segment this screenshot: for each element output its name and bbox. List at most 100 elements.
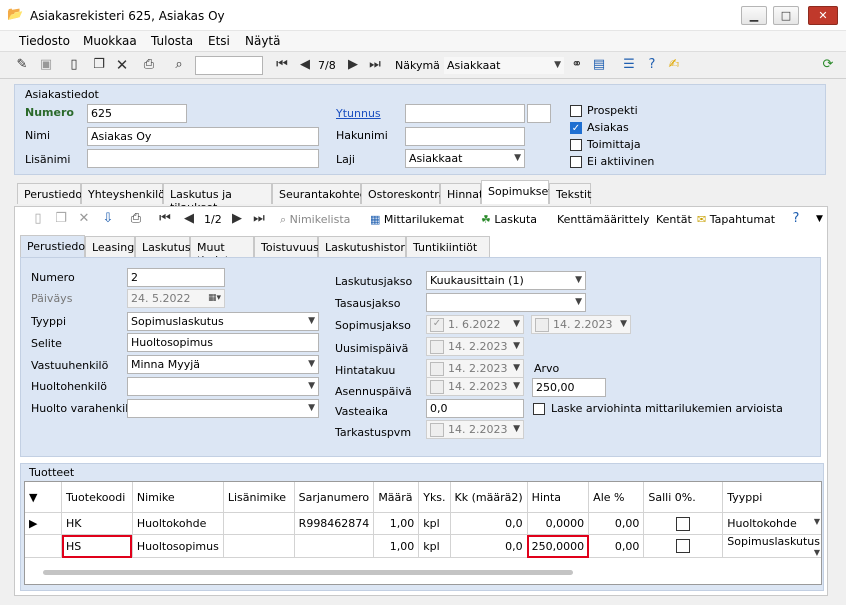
cell-hinta[interactable]: 250,0000 [527, 534, 590, 558]
view-select[interactable]: Asiakkaat ▼ [443, 56, 565, 75]
col-sarjanumero[interactable]: Sarjanumero [294, 482, 375, 513]
vastuuhenkilo-select[interactable]: Minna Myyjä ▼ [127, 355, 319, 374]
paivays-field[interactable]: 24. 5.2022 ▦▾ [127, 289, 225, 308]
hintatakuu-checkbox[interactable] [430, 362, 444, 376]
cell-tuotekoodi[interactable]: HK [61, 512, 133, 535]
col-nimike[interactable]: Nimike [132, 482, 224, 513]
tab-yhteyshenkilot[interactable]: Yhteyshenkilöt [81, 183, 169, 204]
last-record-icon[interactable]: ⏭ [367, 56, 383, 74]
subtab-tuntikiintiot[interactable]: Tuntikiintiöt [406, 236, 490, 257]
contract-numero-field[interactable]: 2 [127, 268, 225, 287]
huoltohenkilo-select[interactable]: ▼ [127, 377, 319, 396]
tarkastuspvm-checkbox[interactable] [430, 423, 444, 437]
tapahtumat-button[interactable]: ✉ Tapahtumat [697, 213, 775, 226]
nimi-field[interactable]: Asiakas Oy [87, 127, 319, 146]
menu-etsi[interactable]: Etsi [208, 34, 230, 48]
search-input[interactable] [195, 56, 263, 75]
subtab-toistuvuus[interactable]: Toistuvuus [254, 236, 319, 257]
col-yks[interactable]: Yks. [418, 482, 451, 513]
tab-tekstit[interactable]: Tekstit [549, 183, 591, 204]
copy-contract-icon[interactable]: ❐ [53, 210, 69, 228]
tab-seurantakohteet[interactable]: Seurantakohteet [272, 183, 371, 204]
help-icon[interactable]: ? [644, 56, 660, 74]
lisanimi-field[interactable] [87, 149, 319, 168]
ytunnus-link[interactable]: Ytunnus [336, 107, 381, 120]
cell-lisanimike[interactable] [223, 512, 295, 535]
uusimispaiva-field[interactable]: 14. 2.2023 ▼ [426, 337, 524, 356]
col-salli[interactable]: Salli 0%. [643, 482, 724, 513]
col-tyyppi[interactable]: Tyyppi [722, 482, 821, 513]
toimittaja-checkbox[interactable] [570, 139, 582, 151]
cell-ale[interactable]: 0,00 [588, 512, 645, 535]
laskuta-button[interactable]: ☘ Laskuta [481, 213, 537, 226]
tyyppi-select[interactable]: Sopimuslaskutus ▼ [127, 312, 319, 331]
minimize-button[interactable]: ▁ [741, 6, 767, 25]
laske-arviohinta-checkbox[interactable] [533, 403, 545, 415]
col-kk-maara2[interactable]: Kk (määrä2) [450, 482, 528, 513]
kentat-button[interactable]: Kentät [656, 213, 692, 226]
cell-nimike[interactable]: Huoltosopimus [132, 534, 224, 558]
salli-checkbox[interactable] [676, 516, 691, 531]
first-record-icon[interactable]: ⏮ [274, 56, 290, 74]
horizontal-scrollbar[interactable] [43, 570, 573, 575]
menu-nayta[interactable]: Näytä [245, 34, 281, 48]
sopimusjakso-start-field[interactable]: ✓ 1. 6.2022 ▼ [426, 315, 524, 334]
sopimusjakso-end-checkbox[interactable] [535, 318, 549, 332]
subtab-perustiedot[interactable]: Perustiedot [20, 235, 89, 257]
previous-contract-icon[interactable]: ◀ [181, 210, 197, 228]
print-icon[interactable]: ⎙ [141, 56, 157, 74]
prospekti-checkbox[interactable] [570, 105, 582, 117]
cell-tyyppi[interactable]: Sopimuslaskutus ▼ [722, 534, 821, 558]
cell-yks[interactable]: kpl [418, 512, 451, 535]
link-icon[interactable]: ⚭ [569, 56, 585, 74]
cell-maara[interactable]: 1,00 [373, 512, 420, 535]
col-hinta[interactable]: Hinta [527, 482, 590, 513]
previous-record-icon[interactable]: ◀ [297, 56, 313, 74]
vasteaika-field[interactable]: 0,0 [426, 399, 524, 418]
table-row[interactable]: HS Huoltosopimus 1,00 kpl 0,0 250,0000 0… [25, 534, 821, 558]
close-button[interactable]: ✕ [808, 6, 838, 25]
database-icon[interactable]: ▤ [591, 56, 607, 74]
subtab-laskutus[interactable]: Laskutus [135, 236, 191, 257]
col-tuotekoodi[interactable]: Tuotekoodi [61, 482, 133, 513]
kenttamaarittely-button[interactable]: Kenttämäärittely [557, 213, 650, 226]
tarkastuspvm-field[interactable]: 14. 2.2023 ▼ [426, 420, 524, 439]
next-record-icon[interactable]: ▶ [345, 56, 361, 74]
cell-sarjanumero[interactable]: R998462874 [294, 512, 375, 535]
cell-salli[interactable] [643, 534, 724, 558]
uusimispaiva-checkbox[interactable] [430, 340, 444, 354]
menu-tiedosto[interactable]: Tiedosto [19, 34, 70, 48]
tab-laskutus-ja-tilaukset[interactable]: Laskutus ja tilaukset [163, 183, 272, 214]
tasausjakso-select[interactable]: ▼ [426, 293, 586, 312]
cell-maara[interactable]: 1,00 [373, 534, 420, 558]
cell-ale[interactable]: 0,00 [588, 534, 645, 558]
numero-field[interactable]: 625 [87, 104, 187, 123]
cell-hinta[interactable]: 0,0000 [527, 512, 590, 535]
asiakas-checkbox[interactable]: ✓ [570, 122, 582, 134]
subtab-laskutushistoria[interactable]: Laskutushistoria [318, 236, 415, 257]
tab-perustiedot[interactable]: Perustiedot [17, 183, 86, 204]
cell-sarjanumero[interactable] [294, 534, 375, 558]
cell-yks[interactable]: kpl [418, 534, 451, 558]
ei-aktiivinen-checkbox[interactable] [570, 156, 582, 168]
first-contract-icon[interactable]: ⏮ [157, 210, 173, 228]
list-icon[interactable]: ☰ [621, 56, 637, 74]
next-contract-icon[interactable]: ▶ [229, 210, 245, 228]
col-ale[interactable]: Ale % [588, 482, 645, 513]
copy-icon[interactable]: ❐ [91, 56, 107, 74]
tab-sopimukset[interactable]: Sopimukset [481, 180, 553, 204]
row-selector[interactable] [25, 534, 62, 558]
huolto-varahenkilo-select[interactable]: ▼ [127, 399, 319, 418]
cell-tuotekoodi[interactable]: HS [61, 534, 133, 558]
asennuspaiva-field[interactable]: 14. 2.2023 ▼ [426, 377, 524, 396]
save-contract-icon[interactable]: ⇩ [100, 210, 116, 228]
laji-select[interactable]: Asiakkaat ▼ [405, 149, 525, 168]
delete-icon[interactable]: ✕ [114, 56, 130, 74]
ytunnus-field[interactable] [405, 104, 525, 123]
notes-icon[interactable]: ✍ [666, 56, 682, 74]
nimikelista-button[interactable]: ⌕ Nimikelista [280, 213, 350, 227]
delete-contract-icon[interactable]: ✕ [76, 210, 92, 228]
subtab-muut-tiedot[interactable]: Muut tiedot [190, 236, 254, 267]
maximize-button[interactable]: □ [773, 6, 799, 25]
edit-icon[interactable]: ✎ [14, 56, 30, 74]
